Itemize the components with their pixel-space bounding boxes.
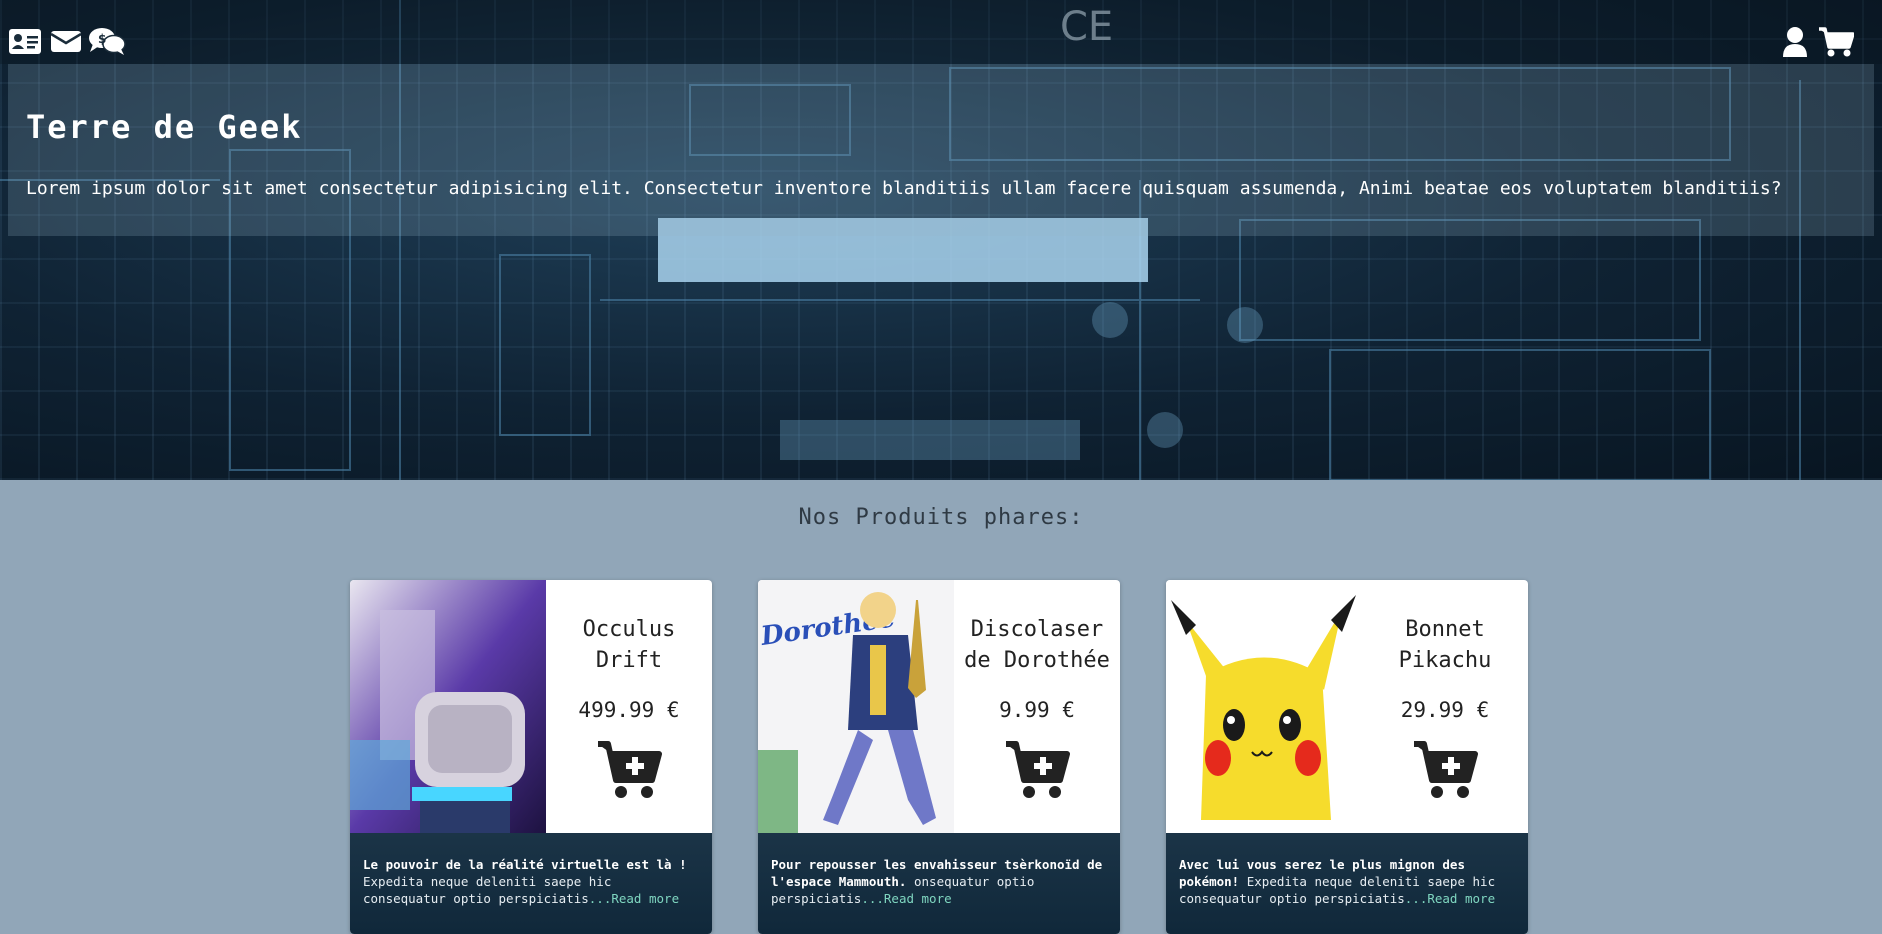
id-card-icon[interactable] xyxy=(8,28,42,55)
product-description: Pour repousser les envahisseur tsèrkonoï… xyxy=(758,833,1120,934)
intro-text: Lorem ipsum dolor sit amet consectetur a… xyxy=(26,178,1782,199)
product-image-pikachu-hat[interactable] xyxy=(1166,580,1362,833)
product-name[interactable]: Occulus Drift xyxy=(546,614,712,676)
product-image-dorothee[interactable]: Dorothée xyxy=(758,580,954,833)
shopping-cart-icon[interactable] xyxy=(1818,26,1854,58)
product-description: Avec lui vous serez le plus mignon des p… xyxy=(1166,833,1528,934)
intro-banner: Terre de Geek Lorem ipsum dolor sit amet… xyxy=(8,64,1874,236)
product-image-vr-headset[interactable] xyxy=(350,580,546,833)
hero-banner: CE $ Terre de Geek Lorem ipsum dolor sit… xyxy=(0,0,1882,480)
products-heading: Nos Produits phares: xyxy=(798,505,1084,530)
product-card-discolaser: Dorothée Discolaser de Dorothée 9.99 € P… xyxy=(758,580,1120,934)
read-more-link[interactable]: ...Read more xyxy=(861,891,951,906)
product-info: Bonnet Pikachu 29.99 € xyxy=(1362,580,1528,833)
product-desc-text: Expedita neque deleniti saepe hic conseq… xyxy=(363,874,612,906)
svg-text:$: $ xyxy=(98,32,106,46)
product-card-bonnet: Bonnet Pikachu 29.99 € Avec lui vous ser… xyxy=(1166,580,1528,934)
product-price: 29.99 € xyxy=(1400,697,1490,722)
product-card-occulus: Occulus Drift 499.99 € Le pouvoir de la … xyxy=(350,580,712,934)
envelope-icon[interactable] xyxy=(50,28,82,54)
user-icon[interactable] xyxy=(1782,26,1808,58)
product-description: Le pouvoir de la réalité virtuelle est l… xyxy=(350,833,712,934)
add-to-cart-icon[interactable] xyxy=(1004,740,1070,800)
add-to-cart-icon[interactable] xyxy=(596,740,662,800)
top-bar: $ xyxy=(0,0,1882,64)
product-price: 9.99 € xyxy=(999,697,1075,722)
product-name[interactable]: Bonnet Pikachu xyxy=(1362,614,1528,676)
product-info: Discolaser de Dorothée 9.99 € xyxy=(954,580,1120,833)
product-info: Occulus Drift 499.99 € xyxy=(546,580,712,833)
product-name[interactable]: Discolaser de Dorothée xyxy=(954,614,1120,676)
read-more-link[interactable]: ...Read more xyxy=(589,891,679,906)
product-tagline: Le pouvoir de la réalité virtuelle est l… xyxy=(363,857,687,872)
comments-dollar-icon[interactable]: $ xyxy=(88,26,126,56)
read-more-link[interactable]: ...Read more xyxy=(1405,891,1495,906)
add-to-cart-icon[interactable] xyxy=(1412,740,1478,800)
product-price: 499.99 € xyxy=(578,697,680,722)
site-title: Terre de Geek xyxy=(26,108,303,146)
